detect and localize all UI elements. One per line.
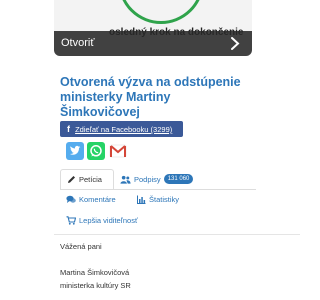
shopping-cart-icon bbox=[66, 216, 76, 225]
signatures-count-badge: 131 060 bbox=[163, 174, 194, 184]
whatsapp-icon[interactable] bbox=[87, 142, 105, 160]
open-label[interactable]: Otvoriť bbox=[61, 37, 94, 49]
recipient-title: ministerka kultúry SR bbox=[60, 281, 131, 290]
bar-chart-icon bbox=[137, 195, 146, 204]
tab-podpisy-label[interactable]: Podpisy bbox=[134, 175, 161, 184]
tab-peticia[interactable]: Petícia bbox=[60, 169, 114, 189]
users-icon bbox=[120, 175, 131, 184]
facebook-icon: f bbox=[67, 124, 70, 134]
tab-peticia-label[interactable]: Petícia bbox=[79, 175, 102, 184]
facebook-share-button[interactable]: f Zdieľať na Facebooku (3299) bbox=[60, 121, 183, 137]
tab-statistiky-label[interactable]: Štatistiky bbox=[149, 195, 179, 204]
tab-viditelnost[interactable]: Lepšia viditeľnosť bbox=[66, 216, 138, 225]
gmail-icon[interactable] bbox=[109, 142, 127, 160]
letter-greeting: Vážená pani bbox=[60, 242, 102, 251]
tab-podpisy[interactable]: Podpisy 131 060 bbox=[120, 174, 194, 184]
recipient-name: Martina Šimkovičová bbox=[60, 268, 130, 277]
tab-viditelnost-label[interactable]: Lepšia viditeľnosť bbox=[79, 216, 138, 225]
progress-ring-icon bbox=[118, 0, 204, 24]
twitter-icon[interactable] bbox=[66, 142, 84, 160]
comments-icon bbox=[66, 195, 76, 203]
chevron-right-icon bbox=[231, 37, 240, 50]
tab-divider bbox=[60, 189, 256, 190]
pencil-icon bbox=[68, 176, 75, 183]
petition-title: Otvorená výzva na odstúpenie ministerky … bbox=[60, 75, 241, 119]
open-banner[interactable]: Otvoriť bbox=[54, 31, 252, 56]
facebook-share-label[interactable]: Zdieľať na Facebooku (3299) bbox=[75, 125, 172, 134]
tab-komentare[interactable]: Komentáre bbox=[66, 195, 116, 204]
tab-statistiky[interactable]: Štatistiky bbox=[137, 195, 179, 204]
section-divider bbox=[54, 234, 300, 235]
tab-komentare-label[interactable]: Komentáre bbox=[79, 195, 116, 204]
